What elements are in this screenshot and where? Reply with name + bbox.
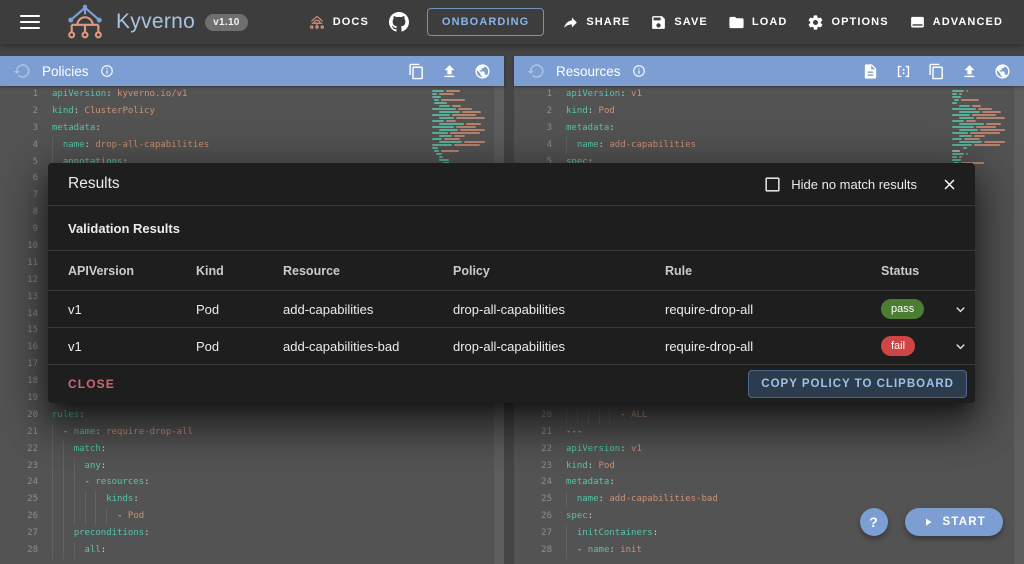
share-button[interactable]: SHARE xyxy=(553,6,639,39)
result-row[interactable]: v1 Pod add-capabilities-bad drop-all-cap… xyxy=(48,328,975,365)
upload-icon[interactable] xyxy=(441,63,458,80)
copy-icon[interactable] xyxy=(928,63,945,80)
code-line: kind: Pod xyxy=(566,103,950,120)
load-button[interactable]: LOAD xyxy=(719,6,797,39)
status-badge: fail xyxy=(881,336,915,356)
dialog-title: Results xyxy=(68,175,120,193)
restore-icon[interactable] xyxy=(13,62,31,80)
column-header: Kind xyxy=(196,264,283,278)
code-line: any: xyxy=(52,458,430,475)
editor-window-icon xyxy=(909,14,926,31)
floating-actions: ? START xyxy=(860,508,1003,536)
code-line: name: drop-all-capabilities xyxy=(52,137,430,154)
save-button[interactable]: SAVE xyxy=(641,6,717,39)
github-button[interactable] xyxy=(380,4,418,40)
copy-icon[interactable] xyxy=(408,63,425,80)
start-button[interactable]: START xyxy=(905,508,1003,536)
chevron-down-icon[interactable] xyxy=(952,301,969,318)
info-icon[interactable] xyxy=(100,64,114,78)
close-button[interactable]: CLOSE xyxy=(68,377,115,391)
folder-icon xyxy=(728,14,745,31)
code-line: --- xyxy=(566,424,950,441)
resources-panel-header: Resources xyxy=(514,56,1024,86)
scrollbar[interactable] xyxy=(1014,86,1024,564)
code-line: preconditions: xyxy=(52,525,430,542)
status-badge: pass xyxy=(881,299,924,319)
globe-icon[interactable] xyxy=(994,63,1011,80)
github-icon xyxy=(389,12,409,32)
gear-icon xyxy=(807,14,824,31)
code-line: rules: xyxy=(52,407,430,424)
code-line: - Pod xyxy=(52,508,430,525)
code-line: metadata: xyxy=(566,120,950,137)
code-line: - ALL xyxy=(566,407,950,424)
save-icon xyxy=(650,14,667,31)
onboarding-button[interactable]: ONBOARDING xyxy=(427,8,544,36)
policies-panel-header: Policies xyxy=(0,56,504,86)
results-dialog: Results Hide no match results Validation… xyxy=(48,163,975,403)
advanced-button[interactable]: ADVANCED xyxy=(900,6,1012,39)
code-line: apiVersion: v1 xyxy=(566,86,950,103)
panel-title: Resources xyxy=(556,64,621,79)
copy-policy-button[interactable]: COPY POLICY TO CLIPBOARD xyxy=(748,370,967,398)
options-button[interactable]: OPTIONS xyxy=(798,6,897,39)
code-line: - name: init xyxy=(566,542,950,559)
hamburger-menu-button[interactable] xyxy=(12,4,48,40)
column-header: Rule xyxy=(665,264,881,278)
column-header: Resource xyxy=(283,264,453,278)
brackets-icon[interactable] xyxy=(895,63,912,80)
code-line: apiVersion: kyverno.io/v1 xyxy=(52,86,430,103)
chevron-down-icon[interactable] xyxy=(952,338,969,355)
minimap[interactable] xyxy=(952,89,1012,173)
docs-button[interactable]: DOCS xyxy=(299,6,378,38)
minimap[interactable] xyxy=(432,89,492,173)
code-line: match: xyxy=(52,441,430,458)
app-header: Kyverno v1.10 DOCS ONBOARDING xyxy=(0,0,1024,44)
section-title: Validation Results xyxy=(48,206,975,251)
code-line: name: add-capabilities xyxy=(566,137,950,154)
column-header: APIVersion xyxy=(68,264,196,278)
hide-no-match-checkbox[interactable]: Hide no match results xyxy=(763,175,917,194)
code-line: metadata: xyxy=(52,120,430,137)
code-line: all: xyxy=(52,542,430,559)
globe-icon[interactable] xyxy=(474,63,491,80)
code-line: apiVersion: v1 xyxy=(566,441,950,458)
upload-icon[interactable] xyxy=(961,63,978,80)
code-line: name: add-capabilities-bad xyxy=(566,491,950,508)
results-table-header: APIVersion Kind Resource Policy Rule Sta… xyxy=(48,251,975,291)
code-line: kind: Pod xyxy=(566,458,950,475)
checkbox-blank-icon xyxy=(763,175,782,194)
results-dialog-header: Results Hide no match results xyxy=(48,163,975,206)
info-icon[interactable] xyxy=(632,64,646,78)
code-line: - resources: xyxy=(52,474,430,491)
kyverno-mini-icon xyxy=(308,14,326,30)
dialog-footer: CLOSE COPY POLICY TO CLIPBOARD xyxy=(48,365,975,402)
play-icon xyxy=(922,516,934,528)
help-button[interactable]: ? xyxy=(860,508,888,536)
column-header: Policy xyxy=(453,264,665,278)
result-row[interactable]: v1 Pod add-capabilities drop-all-capabil… xyxy=(48,291,975,328)
file-document-icon[interactable] xyxy=(862,63,879,80)
code-line: - name: require-drop-all xyxy=(52,424,430,441)
version-badge: v1.10 xyxy=(205,14,248,31)
code-line: metadata: xyxy=(566,474,950,491)
close-icon[interactable] xyxy=(941,176,958,193)
line-numbers: 1234567891011121314151617181920212223242… xyxy=(0,86,38,559)
kyverno-logo xyxy=(62,2,108,42)
app-title: Kyverno xyxy=(116,10,195,34)
column-header: Status xyxy=(881,264,945,278)
restore-icon[interactable] xyxy=(527,62,545,80)
code-line: kinds: xyxy=(52,491,430,508)
share-icon xyxy=(562,14,579,31)
panel-title: Policies xyxy=(42,64,89,79)
code-line: kind: ClusterPolicy xyxy=(52,103,430,120)
top-navigation: DOCS ONBOARDING SHARE SAVE LOAD OPTIONS xyxy=(299,4,1012,40)
